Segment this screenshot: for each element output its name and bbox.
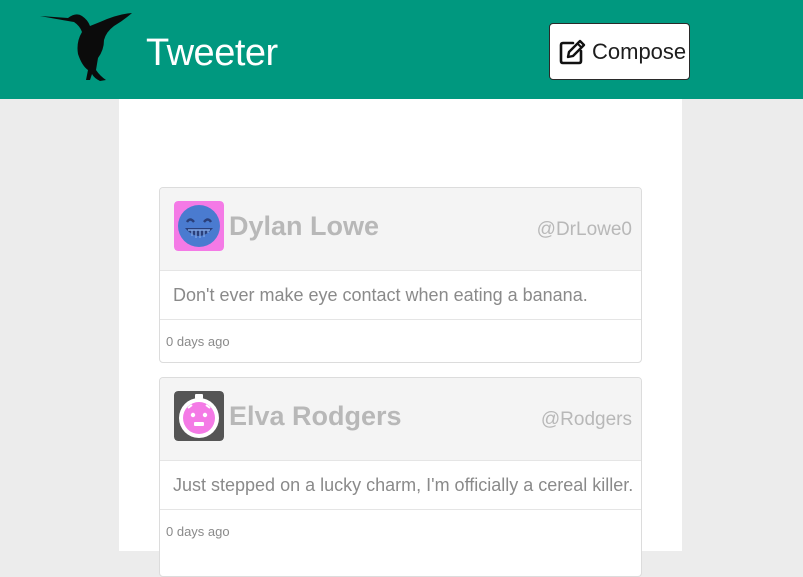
edit-icon <box>559 39 586 64</box>
author-name: Dylan Lowe <box>229 211 380 241</box>
tweet-content: Just stepped on a lucky charm, I'm offic… <box>160 460 641 510</box>
author-name: Elva Rodgers <box>229 401 402 431</box>
tweet-feed: Dylan Lowe @DrLowe0 Don't ever make eye … <box>119 99 682 577</box>
app-title[interactable]: Tweeter <box>146 28 278 78</box>
hummingbird-icon <box>40 13 132 81</box>
navbar: Tweeter Compose <box>0 0 803 99</box>
compose-label: Compose <box>592 38 687 64</box>
tweet-card: Elva Rodgers @Rodgers Just stepped on a … <box>159 377 642 577</box>
grinning-face-avatar-icon <box>174 201 224 251</box>
tweet-timestamp: 0 days ago <box>166 333 230 349</box>
tweet-content: Don't ever make eye contact when eating … <box>160 270 641 320</box>
tweet-header: Elva Rodgers @Rodgers <box>160 378 641 460</box>
compose-button[interactable]: Compose <box>549 23 690 80</box>
author-handle: @DrLowe0 <box>536 219 632 240</box>
tweet-timestamp: 0 days ago <box>166 523 230 539</box>
tweet-card: Dylan Lowe @DrLowe0 Don't ever make eye … <box>159 187 642 363</box>
tweet-header: Dylan Lowe @DrLowe0 <box>160 188 641 270</box>
round-face-avatar-icon <box>174 391 224 441</box>
author-handle: @Rodgers <box>540 409 632 430</box>
